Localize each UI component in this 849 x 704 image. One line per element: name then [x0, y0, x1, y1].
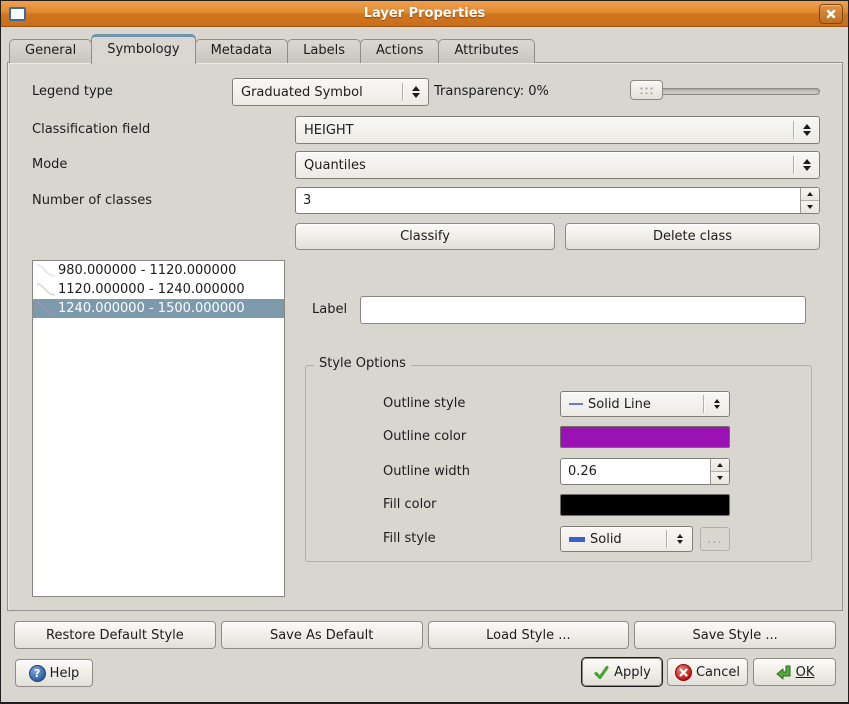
save-as-default-button[interactable]: Save As Default	[221, 621, 423, 649]
class-list-item[interactable]: 1120.000000 - 1240.000000	[33, 280, 284, 299]
tab-attributes[interactable]: Attributes	[438, 39, 534, 63]
apply-button[interactable]: Apply	[582, 658, 662, 686]
close-button[interactable]	[819, 4, 843, 24]
spin-down-icon[interactable]	[801, 201, 819, 213]
fill-style-label: Fill style	[383, 526, 436, 552]
classification-field-value: HEIGHT	[304, 123, 793, 138]
outline-color-swatch[interactable]	[560, 426, 730, 448]
window-title: Layer Properties	[1, 1, 848, 26]
number-of-classes-input[interactable]	[296, 188, 800, 213]
outline-style-value: Solid Line	[588, 397, 703, 412]
spin-up-icon[interactable]	[801, 188, 819, 201]
titlebar[interactable]: Layer Properties	[1, 1, 848, 27]
classify-button[interactable]: Classify	[295, 223, 555, 250]
line-symbol-icon	[33, 301, 58, 316]
mode-combo[interactable]: Quantiles	[295, 151, 820, 179]
classification-field-combo[interactable]: HEIGHT	[295, 116, 820, 144]
outline-width-label: Outline width	[383, 458, 470, 485]
tab-metadata[interactable]: Metadata	[195, 39, 289, 63]
outline-color-label: Outline color	[383, 426, 466, 448]
line-symbol-icon	[33, 282, 58, 297]
fill-style-value: Solid	[590, 532, 666, 547]
restore-default-style-button[interactable]: Restore Default Style	[14, 621, 216, 649]
combo-arrows-icon	[710, 399, 723, 409]
number-of-classes-label: Number of classes	[32, 187, 152, 214]
legend-type-value: Graduated Symbol	[241, 85, 402, 100]
class-range: 1240.000000 - 1500.000000	[58, 301, 245, 316]
tab-bar: General Symbology Metadata Labels Action…	[9, 33, 534, 63]
outline-width-spinner[interactable]	[560, 458, 730, 485]
fill-color-label: Fill color	[383, 494, 437, 516]
label-field-label: Label	[312, 296, 347, 324]
tab-actions[interactable]: Actions	[360, 39, 440, 63]
outline-style-label: Outline style	[383, 391, 465, 417]
help-button[interactable]: ? Help	[15, 659, 93, 687]
legend-type-label: Legend type	[32, 78, 113, 106]
combo-arrows-icon	[800, 124, 813, 136]
outline-width-input[interactable]	[561, 459, 710, 484]
help-icon: ?	[29, 665, 46, 682]
class-list-item-selected[interactable]: 1240.000000 - 1500.000000	[33, 299, 284, 318]
spin-up-icon[interactable]	[711, 459, 729, 472]
style-buttons-row: Restore Default Style Save As Default Lo…	[14, 621, 836, 649]
class-list[interactable]: 980.000000 - 1120.000000 1120.000000 - 1…	[32, 260, 285, 597]
transparency-label: Transparency: 0%	[434, 78, 549, 106]
tab-symbology[interactable]: Symbology	[91, 34, 195, 64]
style-options-group: Style Options Outline style Solid Line O…	[305, 365, 812, 562]
cancel-icon	[675, 664, 692, 681]
layer-properties-dialog: Layer Properties General Symbology Metad…	[0, 0, 849, 704]
solid-fill-glyph-icon	[569, 537, 585, 542]
class-range: 980.000000 - 1120.000000	[58, 263, 236, 278]
outline-style-combo[interactable]: Solid Line	[560, 391, 730, 417]
number-of-classes-spinner[interactable]	[295, 187, 820, 214]
transparency-slider-handle[interactable]	[630, 80, 663, 100]
ok-button[interactable]: OK	[753, 658, 836, 686]
combo-arrows-icon	[673, 534, 686, 544]
legend-type-combo[interactable]: Graduated Symbol	[232, 78, 429, 106]
label-input[interactable]	[360, 296, 806, 324]
fill-style-more-button[interactable]: ...	[700, 527, 730, 551]
classification-field-label: Classification field	[32, 116, 150, 144]
mode-label: Mode	[32, 151, 67, 179]
ok-enter-arrow-icon	[775, 664, 792, 681]
tab-labels[interactable]: Labels	[287, 39, 361, 63]
combo-arrows-icon	[409, 86, 422, 98]
class-list-item[interactable]: 980.000000 - 1120.000000	[33, 261, 284, 280]
mode-value: Quantiles	[304, 158, 793, 173]
symbology-panel: Legend type Graduated Symbol Transparenc…	[7, 62, 843, 611]
load-style-button[interactable]: Load Style ...	[428, 621, 630, 649]
tab-general[interactable]: General	[9, 39, 92, 63]
fill-style-combo[interactable]: Solid	[560, 526, 693, 552]
solid-line-glyph-icon	[569, 403, 583, 405]
window-icon	[9, 7, 26, 21]
delete-class-button[interactable]: Delete class	[565, 223, 820, 250]
apply-check-icon	[593, 664, 610, 681]
save-style-button[interactable]: Save Style ...	[634, 621, 836, 649]
style-options-title: Style Options	[314, 356, 411, 371]
class-range: 1120.000000 - 1240.000000	[58, 282, 245, 297]
combo-arrows-icon	[800, 159, 813, 171]
close-icon	[826, 9, 836, 19]
cancel-button[interactable]: Cancel	[667, 658, 748, 686]
line-symbol-icon	[33, 263, 58, 278]
spin-down-icon[interactable]	[711, 472, 729, 484]
fill-color-swatch[interactable]	[560, 494, 730, 516]
